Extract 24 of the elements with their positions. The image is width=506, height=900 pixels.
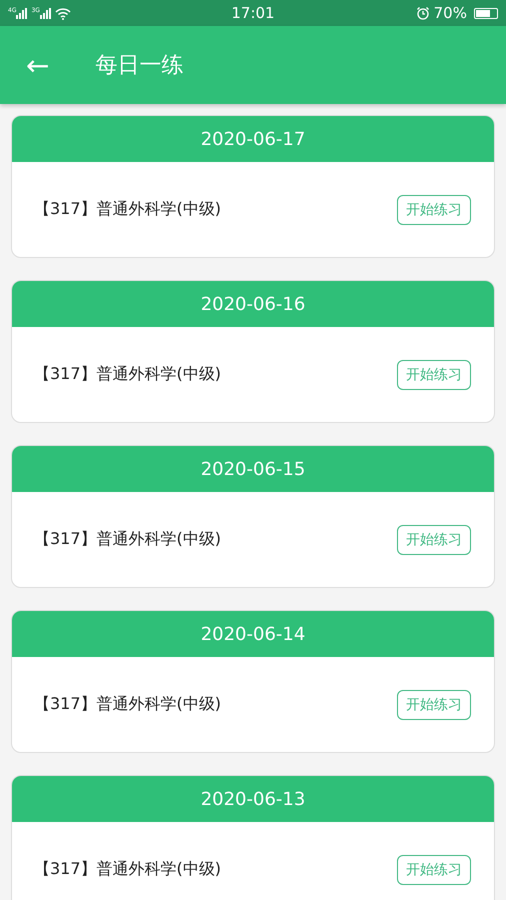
page-title: 每日一练 [95, 52, 184, 80]
alarm-icon [416, 6, 430, 20]
back-button[interactable]: ← [22, 48, 54, 82]
date-header: 2020-06-13 [12, 776, 494, 822]
clock-time: 17:01 [231, 4, 275, 22]
start-practice-button[interactable]: 开始练习 [397, 854, 471, 884]
subject-label: 【317】普通外科学(中级) [34, 694, 222, 715]
signal-icon [16, 8, 28, 18]
subject-label: 【317】普通外科学(中级) [34, 859, 222, 880]
date-header: 2020-06-15 [12, 446, 494, 492]
wifi-icon [54, 6, 71, 20]
date-header: 2020-06-14 [12, 611, 494, 657]
date-header: 2020-06-17 [12, 116, 494, 162]
battery-icon [474, 8, 498, 18]
start-practice-button[interactable]: 开始练习 [397, 360, 471, 390]
date-header: 2020-06-16 [12, 281, 494, 327]
battery-percent: 70% [434, 4, 467, 22]
signal-icon [40, 8, 51, 18]
start-practice-button[interactable]: 开始练习 [397, 524, 471, 554]
start-practice-button[interactable]: 开始练习 [397, 194, 471, 224]
start-practice-button[interactable]: 开始练习 [397, 690, 471, 720]
subject-label: 【317】普通外科学(中级) [34, 529, 222, 550]
subject-label: 【317】普通外科学(中级) [34, 364, 222, 385]
subject-label: 【317】普通外科学(中级) [34, 199, 222, 220]
